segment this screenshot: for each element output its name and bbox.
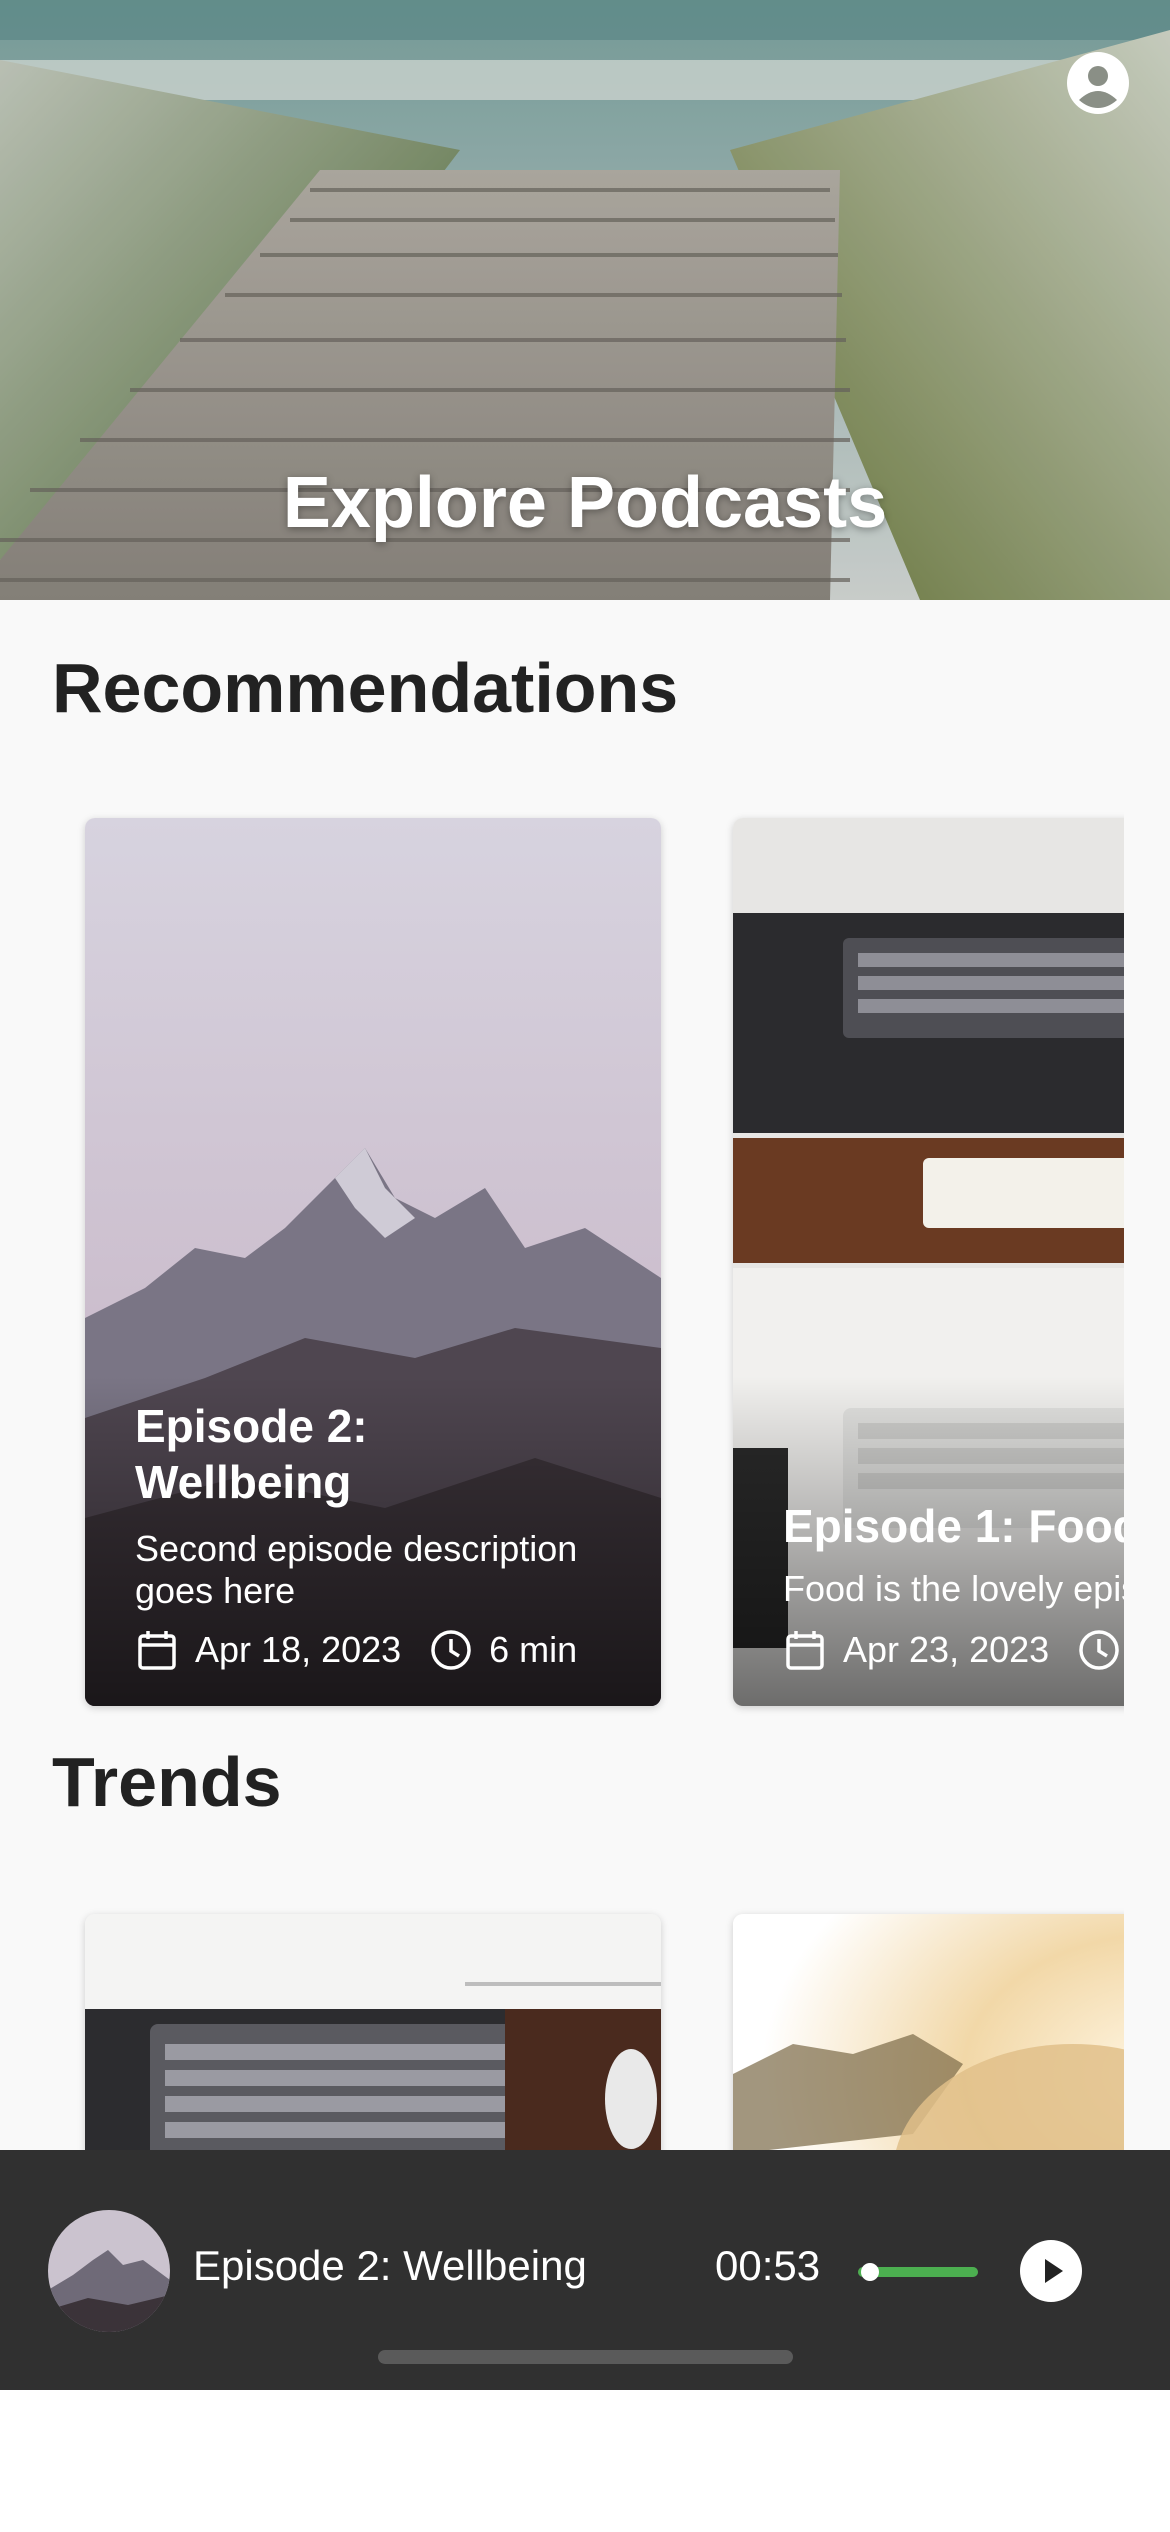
card-meta: Apr 18, 2023 6 min — [135, 1628, 577, 1672]
recommendation-card[interactable]: Episode 2: Wellbeing Second episode desc… — [85, 818, 661, 1706]
card-image-desk-keyboard — [85, 1914, 661, 2150]
progress-knob[interactable] — [861, 2263, 879, 2281]
home-indicator — [378, 2350, 793, 2364]
card-description: Food is the lovely episode — [783, 1568, 1124, 1609]
recommendations-heading: Recommendations — [52, 649, 679, 727]
calendar-icon — [138, 1631, 176, 1670]
card-duration: 6 min — [489, 1629, 578, 1670]
trend-card[interactable] — [733, 1914, 1124, 2150]
player-thumbnail-image — [48, 2210, 170, 2332]
mini-player[interactable]: Episode 2: Wellbeing 00:53 — [0, 2150, 1170, 2390]
card-image-sunlit-field — [733, 1914, 1124, 2150]
app-screen: Explore Podcasts Recommendations Episode… — [0, 0, 1170, 2390]
recommendation-card[interactable]: Episode 1: Food Food is the lovely episo… — [733, 818, 1124, 1706]
play-button[interactable] — [1020, 2240, 1082, 2302]
card-description: Second episode description goes here — [135, 1528, 578, 1611]
play-icon — [1045, 2259, 1063, 2283]
content-viewport: Recommendations Episode 2: Wellbeing Sec… — [0, 0, 1124, 2150]
clock-icon — [431, 1630, 471, 1670]
card-meta: Apr 23, 2023 — [783, 1628, 1124, 1672]
trend-card[interactable] — [85, 1914, 661, 2150]
trends-heading: Trends — [52, 1743, 282, 1821]
player-thumbnail — [48, 2210, 170, 2332]
calendar-icon — [786, 1631, 824, 1670]
card-title: Episode 1: Food — [783, 1500, 1124, 1552]
clock-icon — [1079, 1630, 1119, 1670]
player-episode-title: Episode 2: Wellbeing — [193, 2242, 587, 2289]
card-date: Apr 23, 2023 — [843, 1629, 1050, 1670]
player-elapsed-time: 00:53 — [715, 2242, 821, 2289]
card-date: Apr 18, 2023 — [195, 1629, 402, 1670]
card-title: Episode 2: Wellbeing — [135, 1400, 368, 1508]
progress-slider[interactable] — [858, 2263, 978, 2281]
